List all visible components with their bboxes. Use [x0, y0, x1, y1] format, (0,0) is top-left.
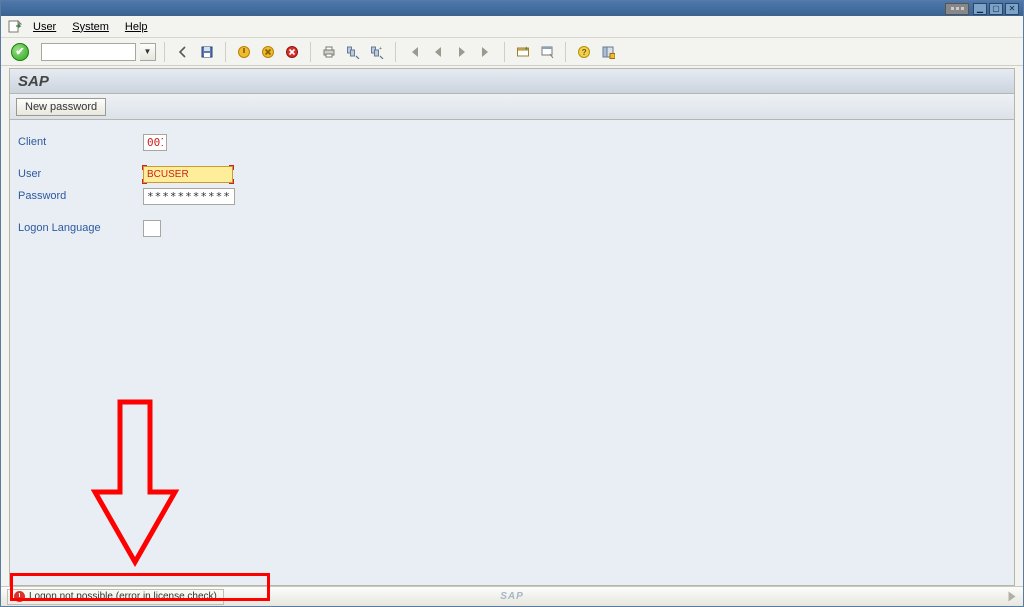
exit-button[interactable] — [234, 42, 254, 62]
app-title-panel: SAP — [9, 68, 1015, 94]
password-field[interactable] — [143, 188, 235, 205]
error-icon: ! — [14, 591, 25, 602]
first-page-button[interactable] — [404, 42, 424, 62]
toolbar-separator — [395, 42, 396, 62]
layout-button[interactable] — [598, 42, 618, 62]
password-label: Password — [18, 190, 143, 202]
toolbar-separator — [504, 42, 505, 62]
client-field[interactable] — [143, 134, 167, 151]
logon-language-label: Logon Language — [18, 222, 143, 234]
command-field[interactable] — [42, 44, 135, 60]
command-dropdown-button[interactable]: ▼ — [140, 43, 156, 61]
minimize-button[interactable]: ▁ — [973, 3, 987, 15]
standard-toolbar: ✔ ▼ + — [1, 38, 1023, 66]
new-session-button[interactable]: + — [513, 42, 533, 62]
status-message-box[interactable]: ! Logon not possible (error in license c… — [7, 589, 224, 605]
status-message-text: Logon not possible (error in license che… — [29, 591, 217, 602]
logon-form: Client User Password Logon Language — [9, 120, 1015, 586]
statusbar: ! Logon not possible (error in license c… — [1, 586, 1023, 606]
back-button[interactable] — [173, 42, 193, 62]
svg-text:+: + — [525, 46, 529, 52]
user-field[interactable] — [143, 166, 233, 183]
toolbar-separator — [310, 42, 311, 62]
logon-language-field[interactable] — [143, 220, 161, 237]
find-next-button[interactable]: + — [367, 42, 387, 62]
save-button[interactable] — [197, 42, 217, 62]
next-page-button[interactable] — [452, 42, 472, 62]
app-toolbar: New password — [9, 94, 1015, 120]
cancel-x-button[interactable] — [258, 42, 278, 62]
enter-button[interactable]: ✔ — [11, 43, 29, 61]
menu-user[interactable]: User — [27, 19, 62, 35]
find-button[interactable] — [343, 42, 363, 62]
toolbar-separator — [164, 42, 165, 62]
svg-text:?: ? — [582, 48, 587, 57]
app-title: SAP — [18, 73, 49, 90]
menu-system[interactable]: System — [66, 19, 115, 35]
status-expand-icon[interactable] — [1009, 592, 1016, 602]
cancel-button[interactable] — [282, 42, 302, 62]
prev-page-button[interactable] — [428, 42, 448, 62]
client-label: Client — [18, 136, 143, 148]
svg-text:+: + — [379, 46, 382, 52]
help-button[interactable]: ? — [574, 42, 594, 62]
toolbar-separator — [565, 42, 566, 62]
new-password-button[interactable]: New password — [16, 98, 106, 116]
window-titlebar: ▁ ▢ ✕ — [1, 1, 1023, 16]
close-button[interactable]: ✕ — [1005, 3, 1019, 15]
menubar: User System Help — [1, 16, 1023, 38]
menu-help[interactable]: Help — [119, 19, 154, 35]
maximize-button[interactable]: ▢ — [989, 3, 1003, 15]
menu-command-icon[interactable] — [7, 19, 23, 35]
print-button[interactable] — [319, 42, 339, 62]
shortcut-button[interactable] — [537, 42, 557, 62]
user-label: User — [18, 168, 143, 180]
command-field-box — [41, 43, 136, 61]
toolbar-separator — [225, 42, 226, 62]
sap-logo: SAP — [500, 591, 524, 602]
last-page-button[interactable] — [476, 42, 496, 62]
app-switcher-icon[interactable] — [945, 3, 969, 15]
